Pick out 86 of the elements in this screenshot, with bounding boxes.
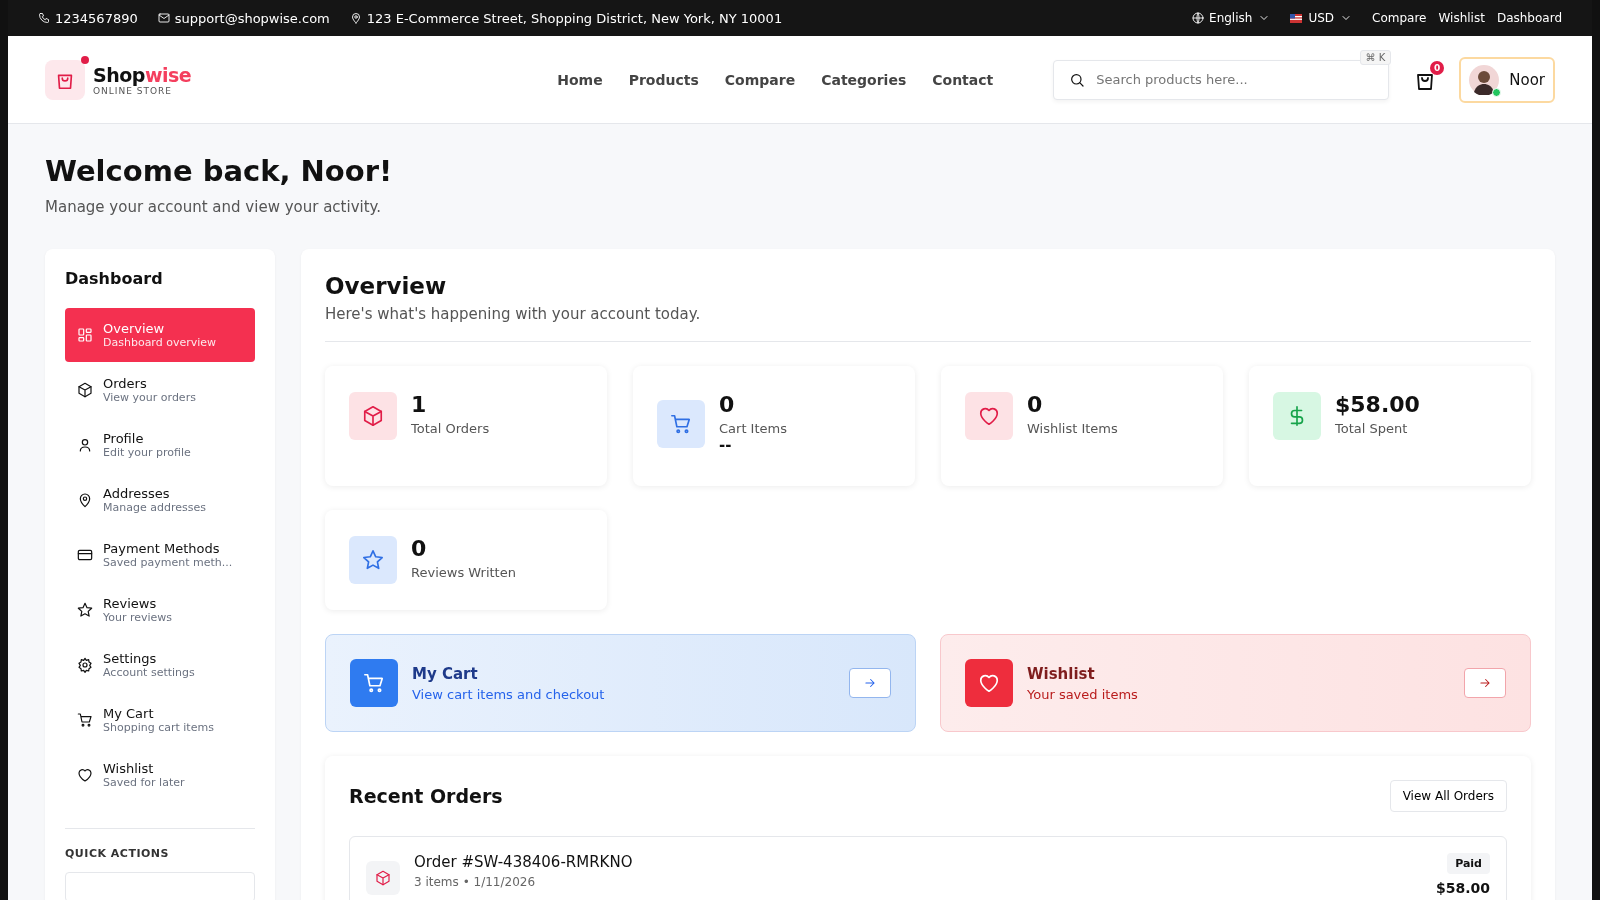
sidebar-item[interactable]: Addresses Manage addresses bbox=[65, 473, 255, 527]
settings-icon bbox=[77, 657, 93, 673]
sidebar-item[interactable]: Wishlist Saved for later bbox=[65, 748, 255, 802]
stat-label: Cart Items bbox=[719, 421, 787, 436]
map-pin-icon bbox=[77, 492, 93, 508]
order-number: Order #SW-438406-RMRKNO bbox=[414, 853, 634, 871]
top-link[interactable]: Dashboard bbox=[1496, 11, 1562, 25]
star-icon bbox=[362, 549, 384, 571]
sidebar-item[interactable]: Profile Edit your profile bbox=[65, 418, 255, 472]
nav-link[interactable]: Home bbox=[557, 71, 603, 88]
user-icon bbox=[77, 437, 93, 453]
notification-dot bbox=[81, 55, 89, 64]
nav-link[interactable]: Products bbox=[628, 71, 699, 88]
heart-icon bbox=[77, 767, 93, 783]
page-title: Welcome back, Noor! bbox=[45, 154, 394, 188]
stat-value: 0 bbox=[719, 392, 736, 417]
top-link[interactable]: Wishlist bbox=[1438, 11, 1485, 25]
card-subtitle: View cart items and checkout bbox=[412, 686, 606, 702]
currency-selector[interactable]: USD bbox=[1290, 11, 1353, 25]
stat-label: Reviews Written bbox=[411, 565, 516, 580]
nav-link[interactable]: Categories bbox=[821, 71, 907, 88]
sidebar-item[interactable]: Orders View your orders bbox=[65, 363, 255, 417]
stat-value: 0 bbox=[411, 536, 428, 561]
cart-count-badge: 0 bbox=[1430, 60, 1445, 75]
shortcut-hint: ⌘ K bbox=[1359, 49, 1392, 65]
phone-icon bbox=[38, 12, 50, 24]
cart-icon bbox=[363, 672, 385, 694]
grid-icon bbox=[77, 327, 93, 343]
box-icon bbox=[77, 382, 93, 398]
top-link[interactable]: Compare bbox=[1372, 11, 1427, 25]
credit-card-icon bbox=[77, 547, 93, 563]
language-selector[interactable]: English bbox=[1209, 11, 1271, 25]
search-icon bbox=[1069, 71, 1086, 88]
box-icon bbox=[375, 870, 391, 886]
stat-label: Total Orders bbox=[411, 421, 490, 436]
cart-icon bbox=[77, 712, 93, 728]
stat-label: Wishlist Items bbox=[1027, 421, 1118, 436]
sidebar-item[interactable]: Overview Dashboard overview bbox=[65, 308, 255, 362]
arrow-right-icon bbox=[863, 676, 877, 690]
nav-link[interactable]: Compare bbox=[724, 71, 796, 88]
stat-value: 1 bbox=[411, 392, 428, 417]
star-icon bbox=[77, 602, 93, 618]
logo-tagline: ONLINE STORE bbox=[93, 85, 173, 96]
store-address: 123 E-Commerce Street, Shopping District, New York, NY 10001 bbox=[366, 10, 783, 26]
sidebar-title: Dashboard bbox=[65, 269, 164, 288]
arrow-button[interactable] bbox=[1464, 668, 1506, 698]
stat-label: Total Spent bbox=[1335, 421, 1409, 436]
shortcut-card[interactable]: My Cart View cart items and checkout bbox=[325, 634, 916, 732]
sidebar-item[interactable]: Settings Account settings bbox=[65, 638, 255, 692]
user-menu-button[interactable]: Noor bbox=[1459, 56, 1555, 103]
stat-value: $58.00 bbox=[1335, 392, 1420, 417]
nav-link[interactable]: Contact bbox=[932, 71, 994, 88]
section-subtitle: Here's what's happening with your account today. bbox=[325, 305, 702, 323]
section-title: Overview bbox=[325, 273, 448, 299]
card-title: My Cart bbox=[412, 664, 479, 683]
heart-icon bbox=[978, 405, 1000, 427]
map-pin-icon bbox=[349, 12, 362, 24]
view-all-orders-button[interactable]: View All Orders bbox=[1389, 780, 1507, 812]
phone-number: 1234567890 bbox=[55, 10, 138, 26]
box-icon bbox=[362, 405, 384, 427]
arrow-button[interactable] bbox=[849, 668, 891, 698]
email-address: support@shopwise.com bbox=[174, 10, 330, 26]
mail-icon bbox=[157, 12, 170, 24]
page-subtitle: Manage your account and view your activity. bbox=[45, 198, 383, 216]
heart-icon bbox=[978, 672, 1000, 694]
cart-icon bbox=[670, 413, 692, 435]
order-row[interactable]: Order #SW-438406-RMRKNO 3 items • 1/11/2026 Paid $58.00 bbox=[349, 836, 1507, 900]
shortcut-card[interactable]: Wishlist Your saved items bbox=[940, 634, 1531, 732]
quick-action-button[interactable] bbox=[65, 872, 255, 900]
avatar bbox=[1469, 64, 1500, 95]
sidebar-item[interactable]: My Cart Shopping cart items bbox=[65, 693, 255, 747]
card-title: Wishlist bbox=[1027, 664, 1096, 683]
sidebar-item[interactable]: Reviews Your reviews bbox=[65, 583, 255, 637]
order-total: $58.00 bbox=[1435, 880, 1490, 896]
card-subtitle: Your saved items bbox=[1027, 686, 1139, 702]
sidebar-item[interactable]: Payment Methods Saved payment meth... bbox=[65, 528, 255, 582]
status-badge: Paid bbox=[1447, 853, 1490, 874]
logo-name: Shopwise bbox=[93, 63, 192, 86]
stat-note: -- bbox=[719, 436, 733, 454]
section-heading: QUICK ACTIONS bbox=[65, 847, 170, 860]
flag-icon bbox=[1290, 13, 1303, 23]
section-title: Recent Orders bbox=[349, 785, 503, 807]
order-meta: 3 items • 1/11/2026 bbox=[414, 875, 537, 889]
globe-icon bbox=[1192, 12, 1205, 24]
stat-value: 0 bbox=[1027, 392, 1044, 417]
arrow-right-icon bbox=[1478, 676, 1492, 690]
